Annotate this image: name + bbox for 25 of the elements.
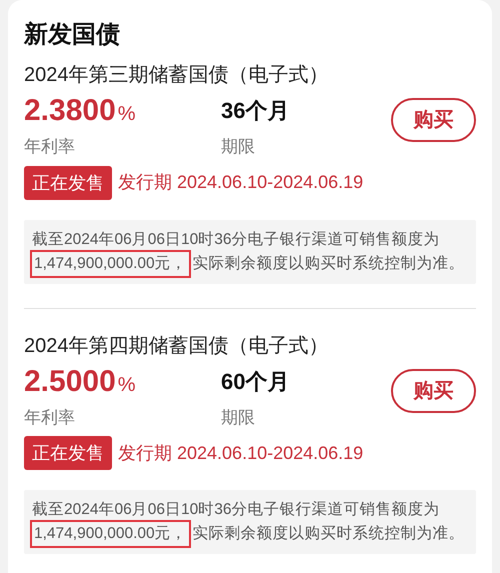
bond-name: 2024年第三期储蓄国债（电子式） (24, 63, 330, 88)
interest-rate: 2.5000 (24, 364, 116, 400)
quota-amount: 1,474,900,000.00元， (32, 522, 189, 546)
term-label: 期限 (221, 136, 256, 158)
rate-label: 年利率 (24, 136, 76, 158)
quota-disclaimer: 实际剩余额度以购买时系统控制为准。 (192, 524, 465, 544)
buy-button[interactable]: 购买 (391, 368, 476, 412)
bond-name: 2024年第四期储蓄国债（电子式） (24, 334, 330, 358)
issue-period: 发行期 2024.06.10-2024.06.19 (118, 442, 364, 464)
quota-disclaimer: 实际剩余额度以购买时系统控制为准。 (192, 254, 465, 274)
interest-rate: 2.3800 (24, 93, 116, 129)
quota-text: 截至2024年06月06日10时36分电子银行渠道可销售额度为 (32, 230, 440, 250)
quota-amount: 1,474,900,000.00元， (32, 252, 189, 276)
buy-button[interactable]: 购买 (391, 98, 476, 142)
section-title: 新发国债 (24, 20, 121, 50)
quota-text: 截至2024年06月06日10时36分电子银行渠道可销售额度为 (32, 500, 440, 520)
percent-sign: % (118, 372, 136, 398)
status-badge: 正在发售 (24, 436, 112, 470)
rate-label: 年利率 (24, 406, 76, 428)
percent-sign: % (118, 102, 136, 127)
status-badge: 正在发售 (24, 166, 112, 200)
term-label: 期限 (221, 406, 256, 428)
term: 60个月 (221, 368, 290, 396)
issue-period: 发行期 2024.06.10-2024.06.19 (118, 171, 364, 194)
term: 36个月 (221, 97, 290, 125)
